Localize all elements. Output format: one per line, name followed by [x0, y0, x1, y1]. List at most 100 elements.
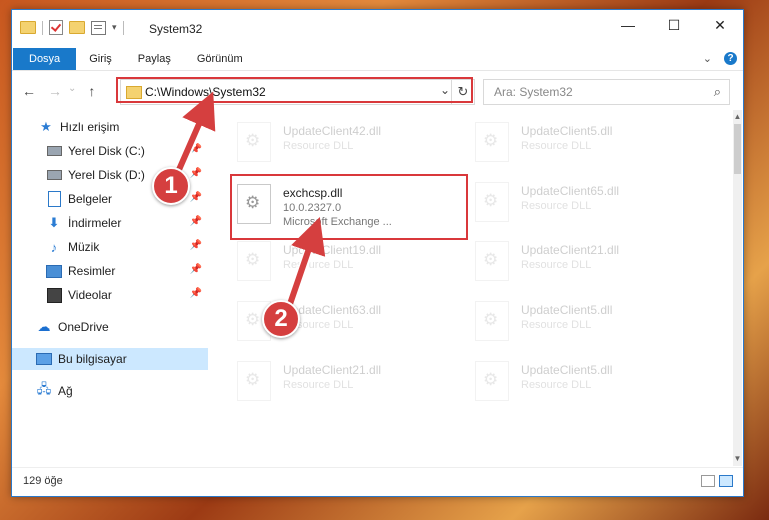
ribbon-collapse-icon[interactable]: ⌄: [703, 52, 712, 65]
downloads-icon: ⬇: [48, 215, 60, 230]
file-type: Resource DLL: [283, 259, 354, 271]
toolbar-separator: [122, 20, 124, 35]
file-name: UpdateClient21.dll: [521, 243, 620, 257]
sidebar-item-music[interactable]: ♪ Müzik 📌: [12, 236, 208, 258]
forward-arrow-icon[interactable]: →: [48, 83, 62, 99]
address-bar[interactable]: C:\Windows\System32 ⌄ ↻: [120, 79, 475, 105]
documents-icon: [46, 191, 62, 207]
pin-icon: 📌: [189, 264, 202, 275]
pin-icon: 📌: [189, 192, 202, 203]
window-title: System32: [149, 22, 203, 36]
sidebar-item-label: Videolar: [68, 288, 112, 302]
file-name: UpdateClient5.dll: [521, 124, 613, 138]
close-button[interactable]: ✕: [697, 10, 743, 40]
file-name: UpdateClient19.dll: [283, 243, 382, 257]
dll-file-icon: [237, 184, 271, 224]
scroll-thumb[interactable]: [734, 124, 741, 174]
help-icon[interactable]: ?: [724, 52, 737, 65]
folder-icon: [20, 21, 36, 34]
search-input[interactable]: Ara: System32 ⌕: [483, 79, 730, 105]
dll-file-icon: [237, 241, 271, 281]
dll-file-icon: [475, 122, 509, 162]
cloud-icon: ☁: [37, 319, 51, 334]
new-folder-icon[interactable]: [69, 21, 85, 34]
window-controls: — ☐ ✕: [605, 10, 743, 40]
vertical-scrollbar[interactable]: ▲ ▼: [733, 110, 742, 466]
back-arrow-icon[interactable]: ←: [22, 83, 36, 99]
file-name: UpdateClient42.dll: [283, 124, 382, 138]
quick-access-toolbar: ▾: [20, 20, 124, 35]
file-type: Resource DLL: [521, 259, 592, 271]
file-item[interactable]: UpdateClient5.dll Resource DLL: [475, 355, 705, 407]
refresh-icon[interactable]: ↻: [451, 80, 474, 104]
file-type: Microsoft Exchange ...: [283, 216, 392, 228]
star-icon: ★: [40, 119, 52, 134]
file-name: exchcsp.dll: [283, 186, 343, 200]
file-item[interactable]: UpdateClient5.dll Resource DLL: [475, 295, 705, 347]
videos-icon: [46, 287, 62, 303]
sidebar-item-pictures[interactable]: Resimler 📌: [12, 260, 208, 282]
file-item[interactable]: UpdateClient65.dll Resource DLL: [475, 176, 705, 228]
sidebar-item-onedrive[interactable]: ☁ OneDrive: [12, 316, 208, 338]
dll-file-icon: [475, 182, 509, 222]
folder-icon: [126, 86, 142, 99]
pin-icon: 📌: [189, 288, 202, 299]
file-item[interactable]: UpdateClient42.dll Resource DLL: [237, 116, 467, 168]
maximize-button[interactable]: ☐: [651, 10, 697, 40]
search-icon[interactable]: ⌕: [714, 84, 721, 100]
sidebar-item-this-pc[interactable]: Bu bilgisayar: [12, 348, 208, 370]
file-item[interactable]: UpdateClient5.dll Resource DLL: [475, 116, 705, 168]
tab-paylas[interactable]: Paylaş: [125, 48, 184, 70]
sidebar-item-label: Yerel Disk (D:): [68, 168, 145, 182]
pin-icon: 📌: [189, 168, 202, 179]
music-icon: ♪: [50, 239, 58, 255]
navigation-bar: ← → ⌄ ↑ C:\Windows\System32 ⌄ ↻ Ara: Sys…: [12, 70, 743, 111]
tab-giris[interactable]: Giriş: [76, 48, 125, 70]
file-item-exchcsp[interactable]: exchcsp.dll 10.0.2327.0 Microsoft Exchan…: [237, 178, 467, 230]
file-type: Resource DLL: [283, 140, 354, 152]
details-view-icon[interactable]: [701, 475, 715, 487]
customize-dropdown-icon[interactable]: ▾: [112, 22, 117, 33]
address-dropdown-icon[interactable]: ⌄: [440, 83, 450, 97]
navigation-pane: ★ Hızlı erişim Yerel Disk (C:) 📌 Yerel D…: [12, 110, 208, 466]
sidebar-item-label: Resimler: [68, 264, 116, 278]
step-1-badge: 1: [152, 167, 190, 205]
dll-file-icon: [475, 301, 509, 341]
address-path[interactable]: C:\Windows\System32: [145, 85, 266, 99]
file-item[interactable]: UpdateClient21.dll Resource DLL: [237, 355, 467, 407]
tiles-view-icon[interactable]: [719, 475, 733, 487]
pictures-icon: [46, 263, 62, 279]
file-name: UpdateClient5.dll: [521, 363, 613, 377]
tab-dosya[interactable]: Dosya: [13, 48, 77, 70]
scroll-down-icon[interactable]: ▼: [733, 454, 742, 464]
sidebar-item-label: Hızlı erişim: [60, 120, 120, 134]
toolbar-separator: [42, 20, 43, 35]
recent-locations-icon[interactable]: ⌄: [68, 83, 76, 99]
file-list: UpdateClient42.dll Resource DLL UpdateCl…: [217, 110, 729, 466]
computer-icon: [36, 351, 52, 367]
sidebar-item-videos[interactable]: Videolar 📌: [12, 284, 208, 306]
sidebar-item-label: OneDrive: [58, 320, 109, 334]
pin-icon: 📌: [189, 240, 202, 251]
sidebar-item-quick-access[interactable]: ★ Hızlı erişim: [12, 116, 208, 138]
dll-file-icon: [237, 122, 271, 162]
up-arrow-icon[interactable]: ↑: [88, 83, 95, 99]
properties-icon[interactable]: [91, 20, 106, 35]
properties-check-icon[interactable]: [49, 20, 63, 35]
sidebar-item-network[interactable]: 🖧 Ağ: [12, 380, 208, 402]
file-type: Resource DLL: [521, 140, 592, 152]
file-name: UpdateClient65.dll: [521, 184, 620, 198]
file-item[interactable]: UpdateClient19.dll Resource DLL: [237, 235, 467, 287]
dll-file-icon: [475, 361, 509, 401]
dll-file-icon: [237, 361, 271, 401]
sidebar-item-downloads[interactable]: ⬇ İndirmeler 📌: [12, 212, 208, 234]
file-name: UpdateClient5.dll: [521, 303, 613, 317]
sidebar-item-disk-c[interactable]: Yerel Disk (C:) 📌: [12, 140, 208, 162]
minimize-button[interactable]: —: [605, 10, 651, 40]
tab-gorunum[interactable]: Görünüm: [184, 48, 256, 70]
scroll-up-icon[interactable]: ▲: [733, 112, 742, 122]
explorer-window: ▾ System32 — ☐ ✕ Dosya Giriş Paylaş Görü…: [11, 9, 744, 497]
step-2-badge: 2: [262, 300, 300, 338]
file-item[interactable]: UpdateClient21.dll Resource DLL: [475, 235, 705, 287]
dll-file-icon: [475, 241, 509, 281]
